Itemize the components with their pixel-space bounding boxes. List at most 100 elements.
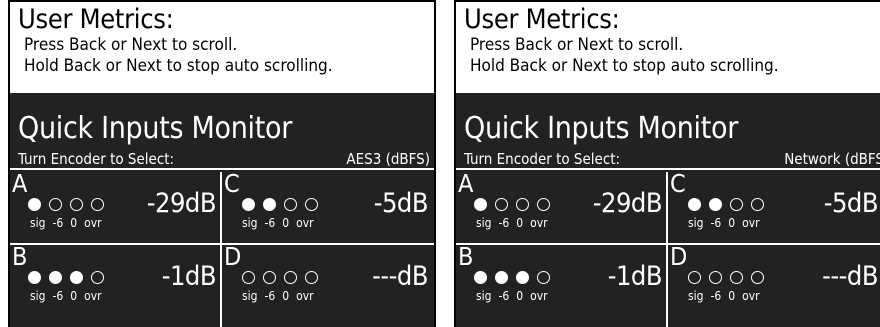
- channel-grid: Asig -6 0 ovr -29dB Csig -6 0 ovr -5dB Bsig -6 0 ov…: [10, 169, 434, 327]
- meter-scale-label: 0: [282, 289, 290, 303]
- level-led: [263, 198, 276, 211]
- level-led: [91, 198, 104, 211]
- level-led: [495, 271, 508, 284]
- meter-scale-label: sig: [688, 216, 704, 230]
- meter-scale-label: 0: [728, 216, 736, 230]
- meter-scale: sig -6 0 ovr: [30, 289, 109, 303]
- meter-scale-label: sig: [30, 216, 46, 230]
- user-metrics-header: User Metrics: Press Back or Next to scro…: [10, 0, 434, 93]
- meter-scale-label: sig: [30, 289, 46, 303]
- meter-scale-label: sig: [476, 289, 492, 303]
- meter-scale: sig -6 0 ovr: [30, 216, 109, 230]
- level-led: [474, 271, 487, 284]
- level-led: [305, 271, 318, 284]
- meter-scale-label: ovr: [296, 289, 314, 303]
- header-hint-scroll: Press Back or Next to scroll.: [24, 35, 238, 55]
- meter-scale-label: -6: [52, 289, 64, 303]
- meter-scale-label: -6: [710, 216, 722, 230]
- level-meter: [688, 271, 764, 284]
- monitor-title: Quick Inputs Monitor: [464, 111, 738, 146]
- level-led: [688, 198, 701, 211]
- monitor-subheader: Turn Encoder to Select: AES3 (dBFS): [10, 150, 434, 170]
- monitor-title: Quick Inputs Monitor: [18, 111, 292, 146]
- user-metrics-header: User Metrics: Press Back or Next to scro…: [456, 0, 880, 93]
- channel-letter: A: [458, 169, 474, 198]
- meter-scale-label: ovr: [296, 216, 314, 230]
- meter-scale-label: 0: [516, 216, 524, 230]
- meter-scale-label: ovr: [84, 289, 102, 303]
- level-led: [730, 198, 743, 211]
- channel-cell: Csig -6 0 ovr -5dB: [222, 170, 432, 243]
- level-led: [242, 198, 255, 211]
- level-led: [49, 198, 62, 211]
- meter-scale-label: 0: [70, 289, 78, 303]
- level-led: [495, 198, 508, 211]
- channel-letter: A: [12, 169, 28, 198]
- level-led: [284, 198, 297, 211]
- channel-cell: Bsig -6 0 ovr -1dB: [10, 243, 220, 316]
- meter-scale: sig -6 0 ovr: [688, 216, 767, 230]
- level-led: [284, 271, 297, 284]
- header-hint-stop: Hold Back or Next to stop auto scrolling…: [24, 56, 333, 76]
- meter-scale-label: -6: [264, 289, 276, 303]
- level-led: [49, 271, 62, 284]
- meter-scale-label: sig: [688, 289, 704, 303]
- meter-scale-label: ovr: [742, 289, 760, 303]
- meter-scale: sig -6 0 ovr: [688, 289, 767, 303]
- level-meter: [474, 198, 550, 211]
- screen-network: User Metrics: Press Back or Next to scro…: [454, 0, 880, 327]
- channel-grid: Asig -6 0 ovr -29dB Csig -6 0 ovr -5dB Bsig -6 0 ov…: [456, 169, 880, 327]
- level-readout: ---dB: [372, 261, 428, 292]
- level-led: [516, 271, 529, 284]
- channel-letter: C: [670, 169, 686, 198]
- header-title: User Metrics:: [18, 4, 174, 35]
- level-meter: [688, 198, 764, 211]
- channel-cell: Asig -6 0 ovr -29dB: [10, 169, 220, 243]
- header-title: User Metrics:: [464, 4, 620, 35]
- meter-scale-label: -6: [710, 289, 722, 303]
- level-led: [91, 271, 104, 284]
- input-source-selector[interactable]: AES3 (dBFS): [346, 150, 430, 168]
- meter-scale-label: ovr: [530, 216, 548, 230]
- monitor-display: Quick Inputs Monitor Turn Encoder to Sel…: [10, 93, 434, 327]
- level-meter: [28, 198, 104, 211]
- level-readout: -1dB: [607, 261, 663, 292]
- level-led: [709, 271, 722, 284]
- meter-scale-label: sig: [476, 216, 492, 230]
- level-meter: [242, 271, 318, 284]
- channel-letter: D: [670, 242, 688, 271]
- level-led: [516, 198, 529, 211]
- level-led: [70, 271, 83, 284]
- channel-cell: Csig -6 0 ovr -5dB: [668, 169, 880, 243]
- channel-letter: B: [458, 242, 474, 271]
- meter-scale-label: -6: [498, 216, 510, 230]
- meter-scale-label: -6: [52, 216, 64, 230]
- level-led: [242, 271, 255, 284]
- channel-cell: Dsig -6 0 ovr ---dB: [668, 242, 880, 316]
- channel-letter: D: [224, 242, 242, 271]
- monitor-subheader: Turn Encoder to Select: Network (dBFS: [456, 150, 880, 170]
- level-readout: -5dB: [373, 188, 429, 219]
- channel-cell: Asig -6 0 ovr -29dB: [456, 169, 666, 243]
- meter-scale-label: 0: [516, 289, 524, 303]
- header-hint-stop: Hold Back or Next to stop auto scrolling…: [470, 56, 779, 76]
- encoder-instruction: Turn Encoder to Select:: [464, 150, 621, 168]
- level-led: [474, 198, 487, 211]
- level-led: [305, 198, 318, 211]
- level-readout: -5dB: [823, 188, 879, 219]
- meter-scale-label: ovr: [742, 216, 760, 230]
- level-led: [730, 271, 743, 284]
- level-led: [751, 198, 764, 211]
- level-led: [709, 198, 722, 211]
- level-led: [688, 271, 701, 284]
- screen-aes3: User Metrics: Press Back or Next to scro…: [8, 0, 436, 327]
- level-led: [28, 271, 41, 284]
- level-meter: [242, 198, 318, 211]
- level-led: [70, 198, 83, 211]
- input-source-selector[interactable]: Network (dBFS: [784, 150, 880, 168]
- level-readout: -29dB: [146, 188, 217, 219]
- meter-scale-label: 0: [282, 216, 290, 230]
- meter-scale-label: ovr: [530, 289, 548, 303]
- monitor-display: Quick Inputs Monitor Turn Encoder to Sel…: [456, 93, 880, 327]
- level-led: [263, 271, 276, 284]
